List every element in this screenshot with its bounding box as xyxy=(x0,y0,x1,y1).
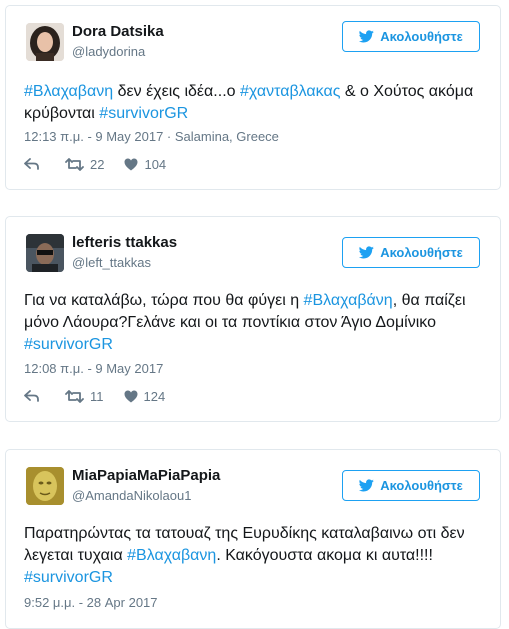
avatar[interactable] xyxy=(26,467,64,505)
display-name[interactable]: lefteris ttakkas xyxy=(72,234,177,251)
reply-button[interactable] xyxy=(24,390,45,403)
user-handle[interactable]: @AmandaNikolaou1 xyxy=(72,488,191,503)
display-name[interactable]: Dora Datsika xyxy=(72,23,164,40)
tweet-card: MiaPapiaMaPiaPapia @AmandaNikolaou1 Ακολ… xyxy=(5,449,501,629)
hashtag-link[interactable]: #Βλαχαβάνη xyxy=(304,292,393,309)
follow-label: Ακολουθήστε xyxy=(380,245,463,260)
like-count: 104 xyxy=(144,157,167,172)
tweet-timestamp[interactable]: 12:13 π.μ. - 9 May 2017 · Salamina, Gree… xyxy=(24,129,279,144)
hashtag-link[interactable]: #Βλαχαβανη xyxy=(127,547,216,564)
avatar[interactable] xyxy=(26,23,64,61)
retweet-count: 11 xyxy=(90,389,104,404)
follow-label: Ακολουθήστε xyxy=(380,478,463,493)
retweet-button[interactable]: 11 xyxy=(65,389,104,404)
text-segment: . Κακόγουστα ακομα κι αυτα!!!! xyxy=(216,547,433,564)
hashtag-link[interactable]: #Βλαχαβανη xyxy=(24,83,113,100)
user-handle[interactable]: @left_ttakkas xyxy=(72,255,151,270)
heart-icon xyxy=(124,390,137,403)
bird-icon xyxy=(359,479,374,492)
hashtag-link[interactable]: #survivorGR xyxy=(24,336,113,353)
tweet-text: Για να καταλάβω, τώρα που θα φύγει η #Βλ… xyxy=(24,290,486,356)
like-button[interactable]: 104 xyxy=(124,157,166,172)
like-count: 124 xyxy=(143,389,166,404)
follow-button[interactable]: Ακολουθήστε xyxy=(342,470,480,501)
tweet-text: Παρατηρώντας τα τατουαζ της Ευρυδίκης κα… xyxy=(24,523,486,589)
retweet-count: 22 xyxy=(90,157,105,172)
follow-button[interactable]: Ακολουθήστε xyxy=(342,237,480,268)
follow-button[interactable]: Ακολουθήστε xyxy=(342,21,480,52)
retweet-button[interactable]: 22 xyxy=(65,157,104,172)
tweet-actions: 22 104 xyxy=(24,157,186,172)
reply-icon xyxy=(24,158,39,170)
reply-button[interactable] xyxy=(24,158,45,171)
hashtag-link[interactable]: #survivorGR xyxy=(24,569,113,586)
user-handle[interactable]: @ladydorina xyxy=(72,44,145,59)
tweet-actions: 11 124 xyxy=(24,389,185,404)
text-segment: Για να καταλάβω, τώρα που θα φύγει η xyxy=(24,292,304,309)
reply-icon xyxy=(24,390,39,402)
display-name[interactable]: MiaPapiaMaPiaPapia xyxy=(72,467,220,484)
hashtag-link[interactable]: #χανταβλακας xyxy=(240,83,340,100)
retweet-icon xyxy=(65,158,84,171)
tweet-text: #Βλαχαβανη δεν έχεις ιδέα...ο #χανταβλακ… xyxy=(24,81,486,125)
avatar[interactable] xyxy=(26,234,64,272)
hashtag-link[interactable]: #survivorGR xyxy=(99,105,188,122)
bird-icon xyxy=(359,246,374,259)
like-button[interactable]: 124 xyxy=(124,389,166,404)
tweet-card: lefteris ttakkas @left_ttakkas Ακολουθήσ… xyxy=(5,216,501,422)
tweet-timestamp[interactable]: 12:08 π.μ. - 9 May 2017 xyxy=(24,361,163,376)
heart-icon xyxy=(124,158,138,171)
tweet-timestamp[interactable]: 9:52 μ.μ. - 28 Apr 2017 xyxy=(24,595,158,610)
retweet-icon xyxy=(65,390,84,403)
tweet-card: Dora Datsika @ladydorina Ακολουθήστε #Βλ… xyxy=(5,5,501,190)
follow-label: Ακολουθήστε xyxy=(380,29,463,44)
text-segment: δεν έχεις ιδέα...ο xyxy=(113,83,240,100)
bird-icon xyxy=(359,30,374,43)
